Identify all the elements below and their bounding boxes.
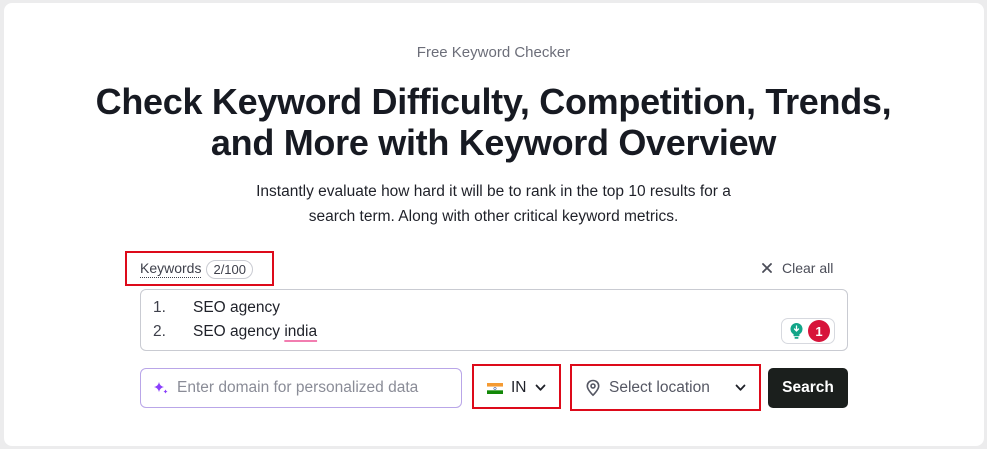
keywords-label[interactable]: Keywords [140, 260, 202, 278]
location-pin-icon [586, 379, 600, 397]
subtitle-line-2: search term. Along with other critical k… [308, 208, 679, 225]
keyword-line-number: 2. [153, 323, 166, 340]
lightbulb-icon [790, 323, 803, 339]
chevron-down-icon [535, 384, 545, 391]
keyword-line-number: 1. [153, 299, 166, 316]
page-subtitle: Instantly evaluate how hard it will be t… [0, 179, 987, 229]
subtitle-line-1: Instantly evaluate how hard it will be t… [256, 183, 731, 200]
grammar-suggestion-widget[interactable]: 1 [781, 318, 835, 344]
keyword-line-text: SEO agency [193, 299, 281, 316]
page-title: Check Keyword Difficulty, Competition, T… [0, 81, 987, 163]
keyword-line: 2. SEO agency india [153, 321, 317, 343]
keywords-label-row: Keywords 2/100 [140, 258, 254, 280]
keyword-line: 1. SEO agency [153, 297, 280, 319]
country-select[interactable]: IN [476, 368, 558, 408]
india-flag-icon [487, 382, 503, 394]
keyword-line-text: SEO agency [193, 323, 285, 340]
keywords-textarea[interactable]: 1. SEO agency 2. SEO agency india 1 [140, 289, 848, 351]
domain-input-wrapper [140, 368, 462, 408]
keywords-count-badge: 2/100 [206, 259, 254, 279]
chevron-down-icon [735, 384, 746, 391]
country-code: IN [511, 379, 527, 396]
clear-all-label: Clear all [782, 260, 834, 276]
suggestion-count-badge: 1 [808, 320, 830, 342]
spellcheck-word[interactable]: india [284, 323, 317, 341]
domain-input[interactable] [177, 379, 457, 397]
page-title-line-2: and More with Keyword Overview [210, 122, 777, 163]
close-icon [762, 263, 772, 273]
location-placeholder: Select location [609, 379, 710, 396]
page-title-line-1: Check Keyword Difficulty, Competition, T… [95, 81, 892, 122]
eyebrow-label: Free Keyword Checker [416, 44, 571, 61]
clear-all-button[interactable]: Clear all [761, 258, 833, 278]
sparkle-icon [154, 382, 168, 394]
search-button[interactable]: Search [768, 368, 848, 408]
location-select[interactable]: Select location [575, 368, 757, 408]
